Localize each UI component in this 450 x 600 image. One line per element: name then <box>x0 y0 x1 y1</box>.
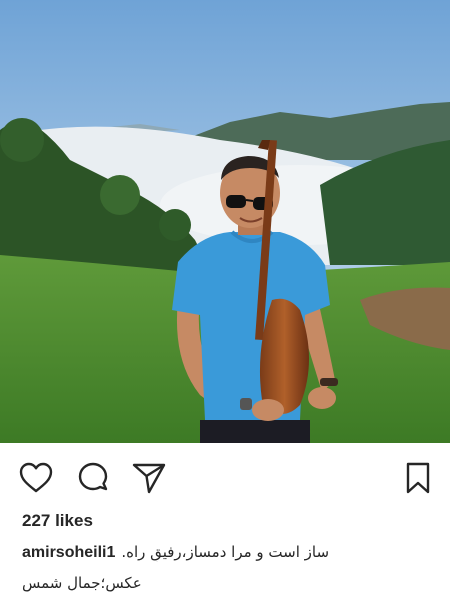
instagram-post: 227 likes amirsoheili1 ساز است و مرا دمسا… <box>0 0 450 600</box>
save-button[interactable] <box>400 460 436 496</box>
comment-bubble-icon <box>78 462 108 491</box>
username-link[interactable]: amirsoheili1 <box>22 544 115 561</box>
like-button[interactable] <box>18 460 54 496</box>
post-photo[interactable] <box>0 0 450 443</box>
caption-text: ساز است و مرا دمساز،رفیقِ راه. <box>121 543 330 561</box>
paper-plane-icon <box>132 463 166 494</box>
comment-button[interactable] <box>75 460 111 496</box>
caption: amirsoheili1 ساز است و مرا دمساز،رفیقِ را… <box>22 543 442 562</box>
share-button[interactable] <box>131 460 167 496</box>
likes-count[interactable]: 227 likes <box>22 511 93 531</box>
photo-credit: عکس؛جمال شمس <box>22 574 142 592</box>
bookmark-icon <box>406 462 430 494</box>
heart-icon <box>19 462 53 493</box>
post-action-bar <box>0 443 450 513</box>
